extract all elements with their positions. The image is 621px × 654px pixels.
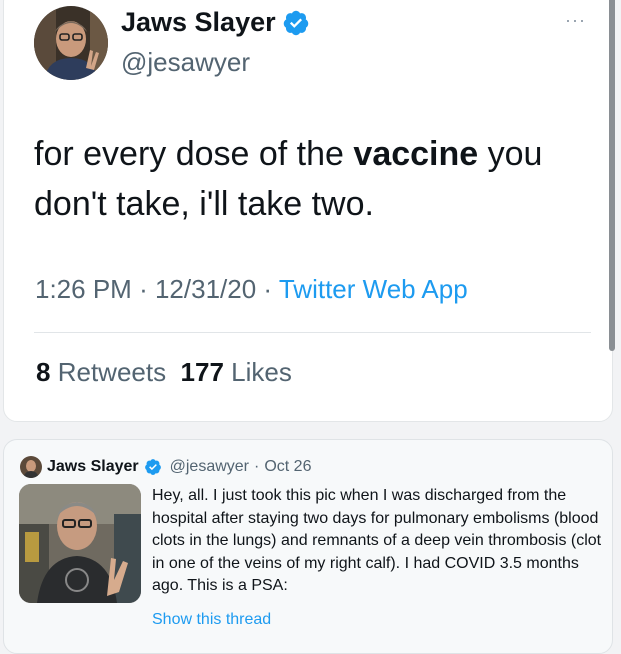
retweets-stat[interactable]: 8 Retweets — [36, 357, 166, 387]
verified-badge-icon — [282, 9, 310, 37]
scrollbar[interactable] — [609, 0, 615, 351]
quoted-handle[interactable]: @jesawyer — [170, 458, 249, 476]
quoted-avatar[interactable] — [20, 456, 42, 478]
quoted-tweet-text: Hey, all. I just took this pic when I wa… — [152, 487, 602, 594]
quoted-display-name[interactable]: Jaws Slayer — [47, 458, 139, 476]
likes-stat[interactable]: 177 Likes — [181, 357, 292, 387]
likes-count: 177 — [180, 357, 224, 387]
author-name[interactable]: Jaws Slayer — [121, 7, 310, 38]
retweets-count: 8 — [36, 357, 51, 387]
author-handle[interactable]: @jesawyer — [121, 47, 250, 78]
main-tweet-card[interactable]: Jaws Slayer @jesawyer ··· for every dose… — [3, 0, 615, 422]
meta-separator: · — [254, 458, 260, 475]
quoted-date[interactable]: Oct 26 — [264, 458, 311, 476]
tweet-source-link[interactable]: Twitter Web App — [279, 274, 468, 304]
avatar[interactable] — [34, 6, 108, 80]
tweet-date[interactable]: 12/31/20 — [155, 274, 256, 304]
show-thread-link[interactable]: Show this thread — [152, 611, 271, 629]
tweet-text: for every dose of the vaccine you don't … — [34, 129, 574, 229]
more-icon[interactable]: ··· — [565, 11, 586, 29]
tweet-metadata: 1:26 PM · 12/31/20 · Twitter Web App — [35, 274, 468, 305]
quoted-tweet-header: Jaws Slayer @jesawyer · Oct 26 — [20, 456, 311, 478]
meta-separator: · — [139, 274, 148, 304]
meta-separator: · — [263, 274, 273, 304]
retweets-label: Retweets — [57, 357, 167, 387]
tweet-text-bold: vaccine — [353, 135, 479, 173]
quoted-photo[interactable] — [19, 484, 141, 603]
quoted-tweet-card[interactable]: Jaws Slayer @jesawyer · Oct 26 Hey, all.… — [3, 439, 613, 654]
tweet-stats: 8 Retweets 177 Likes — [36, 357, 292, 388]
divider — [34, 332, 591, 333]
tweet-text-start: for every dose of the — [34, 135, 354, 173]
verified-badge-icon — [144, 458, 162, 476]
tweet-time[interactable]: 1:26 PM — [35, 274, 132, 304]
likes-label: Likes — [231, 357, 292, 387]
display-name[interactable]: Jaws Slayer — [121, 7, 276, 38]
